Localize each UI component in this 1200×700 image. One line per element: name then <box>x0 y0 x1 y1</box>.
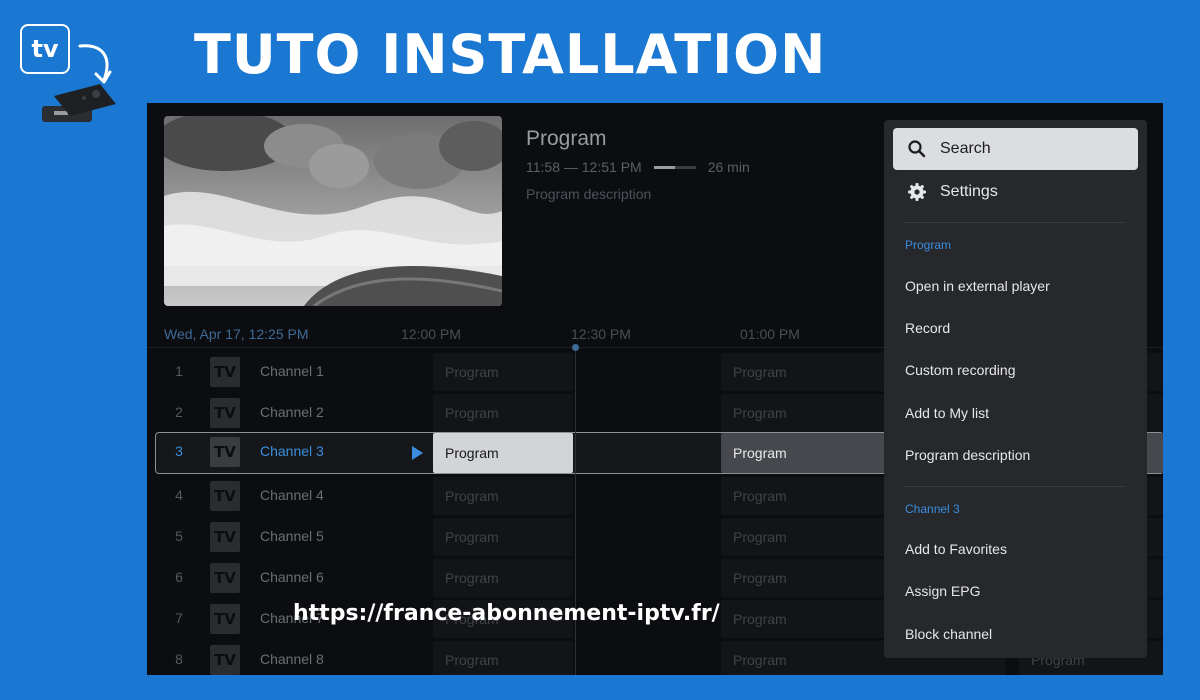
program-cell[interactable]: Program <box>433 518 573 556</box>
channel-logo: TV <box>210 604 240 634</box>
time-tick: 01:00 PM <box>740 326 800 342</box>
settings-label: Settings <box>940 183 998 200</box>
program-time-range: 11:58 — 12:51 PM <box>526 159 642 175</box>
channel-logo: TV <box>210 563 240 593</box>
tv-app-logo: tv <box>20 24 70 74</box>
program-progress-bar <box>653 165 696 169</box>
menu-item-custom-recording[interactable]: Custom recording <box>905 362 1016 378</box>
search-button[interactable]: Search <box>893 128 1138 170</box>
channel-name: Channel 2 <box>260 404 324 420</box>
channel-logo: TV <box>210 437 240 467</box>
menu-item-record[interactable]: Record <box>905 320 950 336</box>
context-menu: Search Settings Program Open in external… <box>884 120 1147 658</box>
program-duration: 26 min <box>707 159 750 175</box>
program-time: 11:58 — 12:51 PM 26 min <box>526 159 750 175</box>
menu-item-program-description[interactable]: Program description <box>905 447 1030 463</box>
channel-logo: TV <box>210 522 240 552</box>
menu-item-add-to-favorites[interactable]: Add to Favorites <box>905 541 1007 557</box>
program-cell[interactable]: Program <box>433 394 573 432</box>
menu-item-assign-epg[interactable]: Assign EPG <box>905 583 980 599</box>
channel-name: Channel 3 <box>260 443 324 459</box>
program-cell[interactable]: Program <box>433 559 573 597</box>
website-url: https://france-abonnement-iptv.fr/ <box>293 601 720 626</box>
menu-section-program: Program <box>905 238 952 252</box>
fire-tv-stick-icon <box>42 84 116 122</box>
search-label: Search <box>940 140 991 157</box>
channel-name: Channel 4 <box>260 487 324 503</box>
program-cell[interactable]: Program <box>433 641 573 675</box>
channel-number: 1 <box>175 363 183 379</box>
channel-name: Channel 5 <box>260 528 324 544</box>
video-preview[interactable] <box>164 116 502 306</box>
channel-logo: TV <box>210 481 240 511</box>
channel-name: Channel 6 <box>260 569 324 585</box>
search-icon <box>908 140 926 158</box>
program-cell[interactable]: Program <box>433 477 573 515</box>
time-tick: 12:30 PM <box>571 326 631 342</box>
program-cell[interactable]: Program <box>433 353 573 391</box>
channel-name: Channel 1 <box>260 363 324 379</box>
menu-divider <box>905 222 1125 223</box>
menu-item-open-external-player[interactable]: Open in external player <box>905 278 1050 294</box>
channel-number: 7 <box>175 610 183 626</box>
program-cell[interactable]: Program <box>433 433 573 473</box>
channel-logo: TV <box>210 398 240 428</box>
menu-item-block-channel[interactable]: Block channel <box>905 626 992 642</box>
program-progress-fill <box>653 165 675 169</box>
channel-number: 5 <box>175 528 183 544</box>
channel-number: 8 <box>175 651 183 667</box>
channel-number: 6 <box>175 569 183 585</box>
channel-logo: TV <box>210 357 240 387</box>
time-tick: 12:00 PM <box>401 326 461 342</box>
current-time-marker <box>572 344 579 351</box>
program-title: Program <box>526 127 607 150</box>
channel-name: Channel 8 <box>260 651 324 667</box>
channel-number: 2 <box>175 404 183 420</box>
play-icon <box>412 446 423 460</box>
menu-item-add-to-my-list[interactable]: Add to My list <box>905 405 989 421</box>
gear-icon <box>908 183 926 201</box>
guide-date: Wed, Apr 17, 12:25 PM <box>164 326 309 342</box>
settings-button[interactable]: Settings <box>893 171 1138 213</box>
page-title: TUTO INSTALLATION <box>194 23 827 86</box>
menu-divider <box>905 486 1125 487</box>
river-rocks-image <box>164 116 502 306</box>
program-description: Program description <box>526 186 652 202</box>
channel-logo: TV <box>210 645 240 675</box>
curved-arrow-icon <box>78 44 112 84</box>
channel-number: 4 <box>175 487 183 503</box>
menu-section-channel: Channel 3 <box>905 502 960 516</box>
channel-number: 3 <box>175 443 183 459</box>
